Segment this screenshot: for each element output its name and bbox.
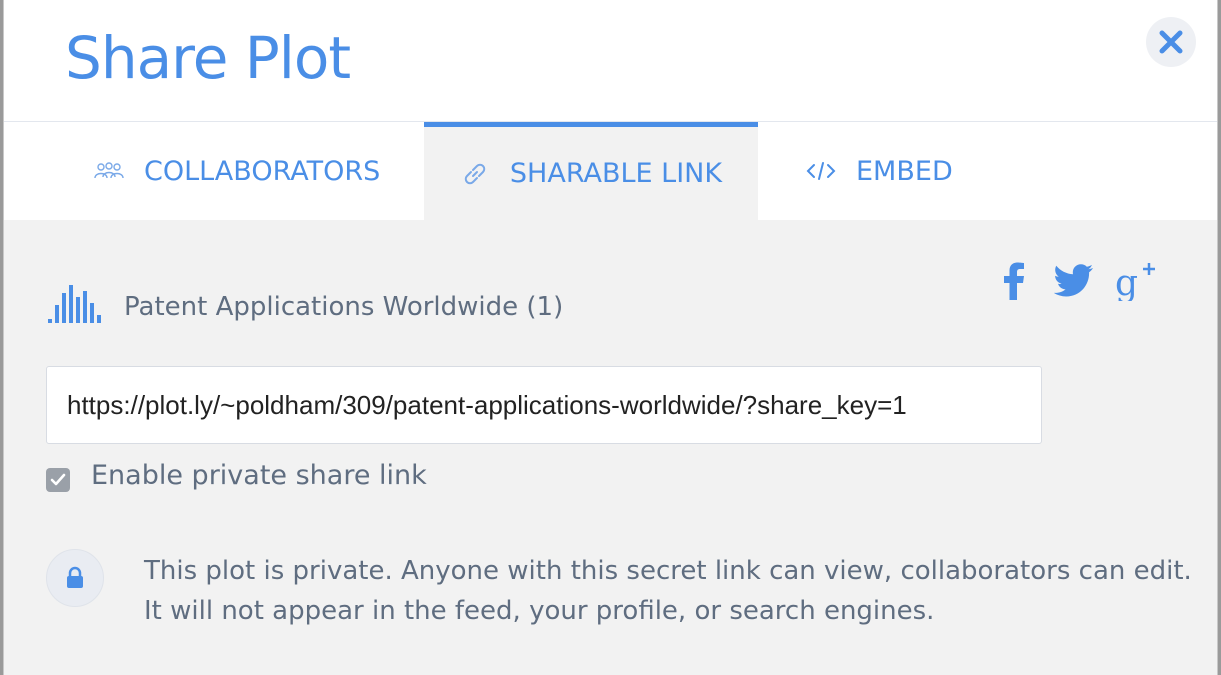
google-plus-share-button[interactable]: g — [1112, 259, 1158, 303]
bar-chart-icon — [46, 283, 104, 330]
facebook-share-button[interactable] — [994, 259, 1034, 303]
tab-collaborators[interactable]: COLLABORATORS — [94, 122, 380, 220]
checkmark-icon — [50, 473, 66, 486]
dialog-header: Share Plot — [4, 0, 1217, 122]
tab-embed[interactable]: EMBED — [806, 122, 953, 220]
tab-sharable-link-label: SHARABLE LINK — [509, 158, 723, 189]
lock-badge — [46, 549, 104, 607]
close-icon — [1159, 30, 1183, 54]
svg-text:g: g — [1115, 263, 1138, 301]
close-button[interactable] — [1146, 17, 1196, 67]
twitter-share-button[interactable] — [1052, 259, 1096, 303]
users-icon — [94, 162, 124, 180]
tab-collaborators-label: COLLABORATORS — [144, 155, 381, 187]
privacy-notice-line-1: This plot is private. Anyone with this s… — [144, 556, 1192, 586]
twitter-icon — [1054, 264, 1093, 297]
plot-info: Patent Applications Worldwide (1) — [46, 283, 563, 330]
tab-sharable-link[interactable]: SHARABLE LINK — [424, 122, 758, 220]
tab-bar: COLLABORATORS SHARABLE LINK EMBED — [4, 122, 1217, 220]
google-plus-icon: g — [1115, 263, 1155, 301]
private-link-label[interactable]: Enable private share link — [91, 460, 427, 491]
privacy-notice: This plot is private. Anyone with this s… — [144, 551, 1192, 631]
share-plot-dialog: Share Plot COLLABORATORS SHARABLE LINK E… — [4, 0, 1217, 675]
code-icon — [806, 160, 836, 182]
facebook-icon — [1004, 262, 1024, 300]
private-link-checkbox[interactable] — [46, 468, 70, 492]
tab-embed-label: EMBED — [856, 155, 953, 187]
link-icon — [460, 159, 490, 189]
lock-icon — [67, 566, 83, 588]
plot-name: Patent Applications Worldwide (1) — [124, 291, 564, 322]
share-link-input[interactable] — [46, 366, 1042, 444]
dialog-title: Share Plot — [65, 24, 351, 92]
privacy-notice-line-2: It will not appear in the feed, your pro… — [144, 596, 935, 626]
